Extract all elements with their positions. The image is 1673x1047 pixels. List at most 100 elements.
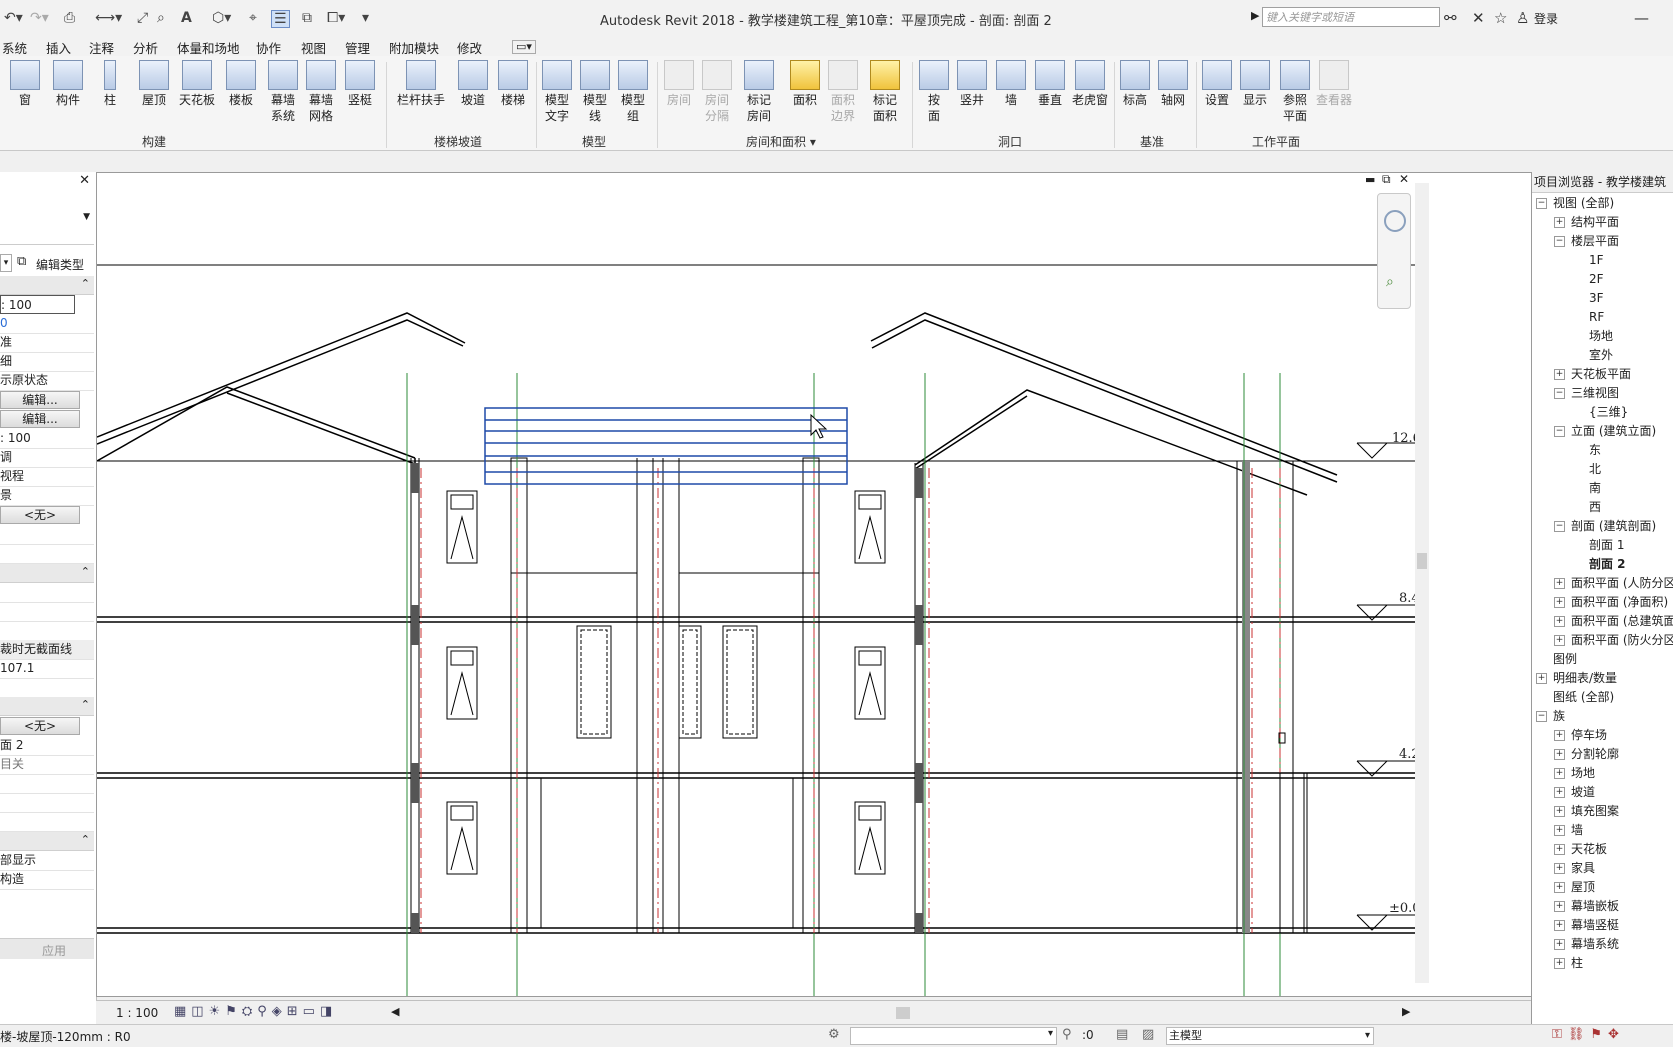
expand-icon[interactable]: + (1554, 787, 1565, 798)
prop-show-hidden[interactable]: 视程 (0, 467, 94, 487)
ribbon-button-ref-plane[interactable]: 参照 平面 (1278, 60, 1312, 124)
communication-icon[interactable]: ✕ (1472, 9, 1485, 27)
prop-detail-level[interactable]: 准 (0, 333, 94, 353)
ribbon-button-floor[interactable]: 楼板 (224, 60, 258, 108)
tab-modify[interactable]: 修改 (457, 38, 482, 57)
browser-node[interactable]: + 填充图案 (1536, 802, 1673, 821)
browser-node[interactable]: + 分割轮廓 (1536, 745, 1673, 764)
tab-system[interactable]: 系统 (2, 38, 27, 57)
favorites-icon[interactable]: ☆ (1494, 9, 1507, 27)
ribbon-button-tag-area[interactable]: 标记 面积 (868, 60, 902, 124)
browser-node[interactable]: RF (1536, 308, 1673, 327)
prop-none-button-2[interactable]: <无> (0, 717, 80, 735)
ribbon-button-ramp[interactable]: 坡道 (456, 60, 490, 108)
type-filter-dropdown[interactable]: ▾ (0, 254, 12, 272)
prop-far-clip[interactable]: 107.1 (0, 659, 94, 679)
expand-icon[interactable]: + (1554, 844, 1565, 855)
expand-icon[interactable]: + (1554, 369, 1565, 380)
browser-node[interactable]: + 柱 (1536, 954, 1673, 973)
expand-icon[interactable]: + (1554, 578, 1565, 589)
browser-node[interactable]: {三维} (1536, 403, 1673, 422)
ribbon-button-set[interactable]: 设置 (1200, 60, 1234, 108)
expand-icon[interactable]: + (1554, 939, 1565, 950)
ribbon-button-roof[interactable]: 屋顶 (136, 60, 172, 108)
tab-massing-site[interactable]: 体量和场地 (177, 38, 240, 57)
browser-node[interactable]: − 族 (1536, 707, 1673, 726)
browser-node[interactable]: 剖面 1 (1536, 536, 1673, 555)
browser-node[interactable]: − 剖面 (建筑剖面) (1536, 517, 1673, 536)
ribbon-button-vertical[interactable]: 垂直 (1032, 60, 1068, 108)
selection-settings-icons[interactable]: ⚿⛓⚑✥ (1552, 1027, 1625, 1042)
editable-only-icon[interactable]: ▨ (1142, 1027, 1154, 1042)
prop-scale-value[interactable]: 0 (0, 314, 94, 334)
view-minimize-icon[interactable]: ▬ (1365, 173, 1375, 186)
browser-node[interactable]: + 面积平面 (总建筑面积) (1536, 612, 1673, 631)
expand-icon[interactable]: + (1554, 217, 1565, 228)
tab-annotate[interactable]: 注释 (89, 38, 114, 57)
browser-node[interactable]: + 结构平面 (1536, 213, 1673, 232)
search-expand-icon[interactable]: ▶ (1251, 9, 1259, 22)
browser-node[interactable]: 图纸 (全部) (1536, 688, 1673, 707)
browser-node[interactable]: − 视图 (全部) (1536, 194, 1673, 213)
browser-node[interactable]: + 墙 (1536, 821, 1673, 840)
collapse-icon[interactable]: − (1554, 236, 1565, 247)
ribbon-button-model-text[interactable]: 模型 文字 (540, 60, 574, 124)
prop-scale-2[interactable]: : 100 (0, 429, 94, 449)
section-icon[interactable]: ⌖ (249, 10, 257, 26)
prop-discipline[interactable]: 调 (0, 448, 94, 468)
expand-icon[interactable]: + (1554, 597, 1565, 608)
browser-node[interactable]: + 场地 (1536, 764, 1673, 783)
scroll-right-icon[interactable]: ▶ (1402, 1005, 1410, 1018)
switch-windows-icon[interactable]: ⧠▾ (327, 10, 345, 26)
ribbon-minimize-icon[interactable]: ▭▾ (512, 40, 536, 54)
expand-icon[interactable]: + (1554, 806, 1565, 817)
vertical-scroll-thumb[interactable] (1417, 553, 1427, 569)
print-icon[interactable]: ⎙ (64, 10, 75, 26)
browser-node[interactable]: + 幕墙系统 (1536, 935, 1673, 954)
browser-node[interactable]: − 三维视图 (1536, 384, 1673, 403)
prop-background[interactable]: 景 (0, 486, 94, 506)
browser-node[interactable]: + 面积平面 (防火分区) (1536, 631, 1673, 650)
tab-insert[interactable]: 插入 (46, 38, 71, 57)
tab-collaborate[interactable]: 协作 (256, 38, 281, 57)
browser-node[interactable]: 3F (1536, 289, 1673, 308)
section-header-graphics[interactable]: ⌃ (0, 276, 94, 295)
browser-node[interactable]: 剖面 2 (1536, 555, 1673, 574)
expand-icon[interactable]: + (1554, 730, 1565, 741)
drawing-canvas[interactable]: 12.6 8.4 4.2 ±0.0 ▬ ⧉ ✕ ⌕ (96, 172, 1536, 997)
browser-node[interactable]: 西 (1536, 498, 1673, 517)
ribbon-button-room-separator[interactable]: 房间 分隔 (700, 60, 734, 124)
scroll-left-icon[interactable]: ◀ (391, 1005, 399, 1018)
ribbon-button-show[interactable]: 显示 (1238, 60, 1272, 108)
tab-analyze[interactable]: 分析 (133, 38, 158, 57)
ribbon-button-railing[interactable]: 栏杆扶手 (394, 60, 448, 108)
browser-node[interactable]: + 停车场 (1536, 726, 1673, 745)
ribbon-button-column[interactable]: 柱 (94, 60, 126, 108)
expand-icon[interactable]: + (1554, 768, 1565, 779)
prop-parts-visibility[interactable]: 示原状态 (0, 371, 94, 391)
close-hidden-icon[interactable]: ⧉ (302, 10, 312, 26)
horizontal-scroll-thumb[interactable] (896, 1007, 910, 1019)
minimize-icon[interactable]: — (1634, 9, 1649, 27)
ribbon-button-area-boundary[interactable]: 面积 边界 (826, 60, 860, 124)
ribbon-button-mullion[interactable]: 竖梃 (342, 60, 378, 108)
prop-view-name[interactable]: 面 2 (0, 736, 94, 756)
ribbon-button-model-line[interactable]: 模型 线 (578, 60, 612, 124)
collapse-icon[interactable]: − (1554, 426, 1565, 437)
browser-node[interactable]: + 坡道 (1536, 783, 1673, 802)
prop-phase[interactable]: 构造 (0, 870, 94, 890)
ribbon-button-model-group[interactable]: 模型 组 (616, 60, 650, 124)
view-close-icon[interactable]: ✕ (1399, 172, 1409, 186)
user-icon[interactable]: ♙ (1516, 9, 1529, 27)
collapse-icon[interactable]: − (1536, 711, 1547, 722)
workset-dropdown[interactable]: ▾ (850, 1027, 1057, 1045)
expand-icon[interactable]: + (1554, 635, 1565, 646)
ribbon-button-viewer[interactable]: 查看器 (1314, 60, 1354, 108)
design-options-icon[interactable]: ▤ (1116, 1027, 1128, 1042)
ribbon-button-tag-room[interactable]: 标记 房间 (742, 60, 776, 124)
browser-node[interactable]: − 楼层平面 (1536, 232, 1673, 251)
browser-node[interactable]: 1F (1536, 251, 1673, 270)
group-label-room-area[interactable]: 房间和面积 ▾ (746, 133, 816, 150)
collapse-icon[interactable]: − (1554, 388, 1565, 399)
section-header-phasing[interactable]: ⌃ (0, 832, 94, 851)
